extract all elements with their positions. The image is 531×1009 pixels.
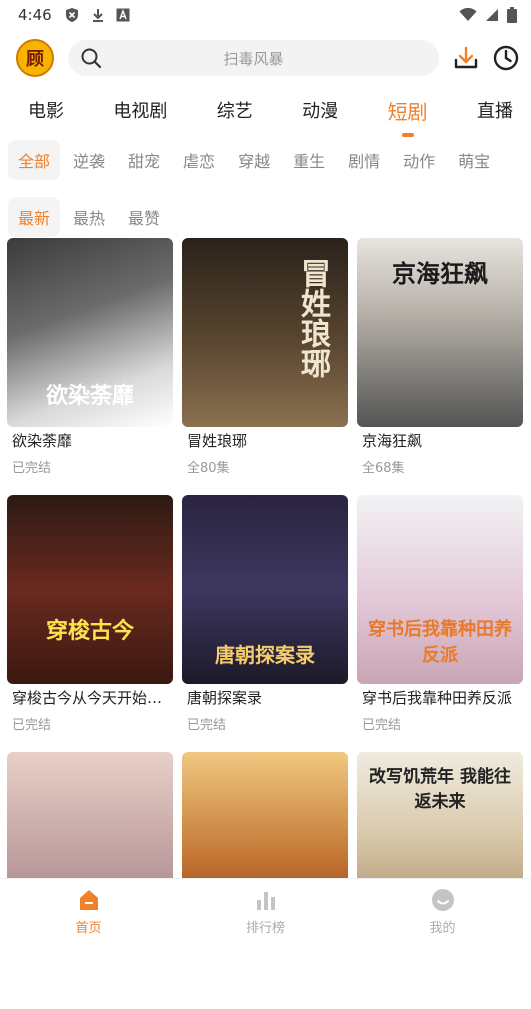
poster-title: 欲染荼靡 (7, 378, 173, 410)
genre-chip-0[interactable]: 全部 (8, 140, 60, 180)
sort-chip-2[interactable]: 最赞 (118, 197, 170, 237)
category-tabs: 电影 电视剧 综艺 动漫 短剧 直播 (0, 90, 531, 130)
genre-chip-3[interactable]: 虐恋 (173, 140, 225, 180)
drama-title[interactable]: 唐朝探案录 (182, 687, 348, 708)
drama-poster[interactable]: 冒姓琅琊 (182, 238, 348, 427)
search-icon (80, 47, 102, 69)
drama-title[interactable]: 冒姓琅琊 (182, 430, 348, 451)
nav-label: 首页 (75, 917, 101, 936)
drama-card[interactable]: 穿书后我靠种田养反派穿书后我靠种田养反派已完结 (357, 495, 523, 752)
drama-status: 已完结 (7, 714, 173, 733)
drama-card[interactable]: 欲染荼靡欲染荼靡已完结 (7, 238, 173, 495)
drama-title[interactable]: 京海狂飙 (357, 430, 523, 451)
drama-title[interactable]: 欲染荼靡 (7, 430, 173, 451)
battery-icon (507, 7, 517, 23)
drama-poster[interactable]: 欲染荼靡 (7, 238, 173, 427)
poster-title: 穿梭古今 (7, 613, 173, 645)
nav-label: 我的 (429, 917, 455, 936)
history-button[interactable] (493, 45, 519, 71)
genre-chip-2[interactable]: 甜宠 (118, 140, 170, 180)
poster-title: 京海狂飙 (357, 254, 523, 289)
drama-title[interactable]: 穿梭古今从今天开始黑化 (7, 687, 173, 708)
download-icon (453, 45, 479, 71)
drama-status: 已完结 (182, 714, 348, 733)
drama-status: 已完结 (357, 714, 523, 733)
drama-status: 全68集 (357, 457, 523, 476)
genre-filter: 全部逆袭甜宠虐恋穿越重生剧情动作萌宝 (0, 138, 531, 182)
poster-title: 唐朝探案录 (182, 639, 348, 668)
profile-icon (430, 887, 456, 913)
tab-category-2[interactable]: 综艺 (217, 91, 253, 129)
shield-x-icon (64, 7, 80, 23)
drama-status: 已完结 (7, 457, 173, 476)
drama-poster[interactable]: 穿梭古今 (7, 495, 173, 684)
download-status-icon (90, 7, 106, 23)
genre-chip-5[interactable]: 重生 (283, 140, 335, 180)
sort-chip-0[interactable]: 最新 (8, 197, 60, 237)
search-placeholder: 扫毒风暴 (68, 48, 439, 69)
genre-chip-6[interactable]: 剧情 (338, 140, 390, 180)
poster-title: 穿书后我靠种田养反派 (357, 615, 523, 667)
signal-icon (485, 8, 499, 22)
tab-category-3[interactable]: 动漫 (302, 91, 338, 129)
genre-chip-4[interactable]: 穿越 (228, 140, 280, 180)
app-logo[interactable]: 顾 (16, 39, 54, 77)
logo-text: 顾 (26, 45, 44, 71)
drama-title[interactable]: 穿书后我靠种田养反派 (357, 687, 523, 708)
app-header: 顾 扫毒风暴 (0, 30, 531, 86)
download-button[interactable] (453, 45, 479, 71)
nav-item-1[interactable]: 排行榜 (206, 887, 326, 936)
nav-item-2[interactable]: 我的 (383, 887, 503, 936)
poster-title: 改写饥荒年 我能往返未来 (357, 762, 523, 812)
drama-poster[interactable]: 京海狂飙 (357, 238, 523, 427)
drama-card[interactable]: 冒姓琅琊冒姓琅琊全80集 (182, 238, 348, 495)
bottom-nav: 首页 排行榜 我的 (0, 878, 531, 944)
tab-category-5[interactable]: 直播 (477, 91, 513, 129)
sort-chip-1[interactable]: 最热 (63, 197, 115, 237)
genre-chip-1[interactable]: 逆袭 (63, 140, 115, 180)
genre-chip-8[interactable]: 萌宝 (448, 140, 500, 180)
drama-poster[interactable]: 穿书后我靠种田养反派 (357, 495, 523, 684)
drama-card[interactable]: 穿梭古今穿梭古今从今天开始黑化已完结 (7, 495, 173, 752)
tab-category-4[interactable]: 短剧 (388, 90, 428, 131)
tab-category-1[interactable]: 电视剧 (113, 91, 167, 129)
nav-item-0[interactable]: 首页 (29, 887, 149, 936)
status-bar: 4:46 (0, 0, 531, 30)
genre-chip-7[interactable]: 动作 (393, 140, 445, 180)
drama-card[interactable]: 唐朝探案录唐朝探案录已完结 (182, 495, 348, 752)
tab-category-0[interactable]: 电影 (28, 91, 64, 129)
drama-poster[interactable]: 唐朝探案录 (182, 495, 348, 684)
drama-card[interactable]: 京海狂飙京海狂飙全68集 (357, 238, 523, 495)
nav-label: 排行榜 (246, 917, 285, 936)
home-icon (76, 887, 102, 913)
poster-title: 冒姓琅琊 (290, 258, 334, 378)
ranking-icon (253, 887, 279, 913)
clock-icon (493, 45, 519, 71)
search-bar[interactable]: 扫毒风暴 (68, 40, 439, 76)
wifi-icon (459, 8, 477, 22)
drama-status: 全80集 (182, 457, 348, 476)
status-time: 4:46 (18, 6, 52, 24)
font-status-icon (116, 8, 130, 22)
sort-filter: 最新最热最赞 (0, 198, 531, 236)
